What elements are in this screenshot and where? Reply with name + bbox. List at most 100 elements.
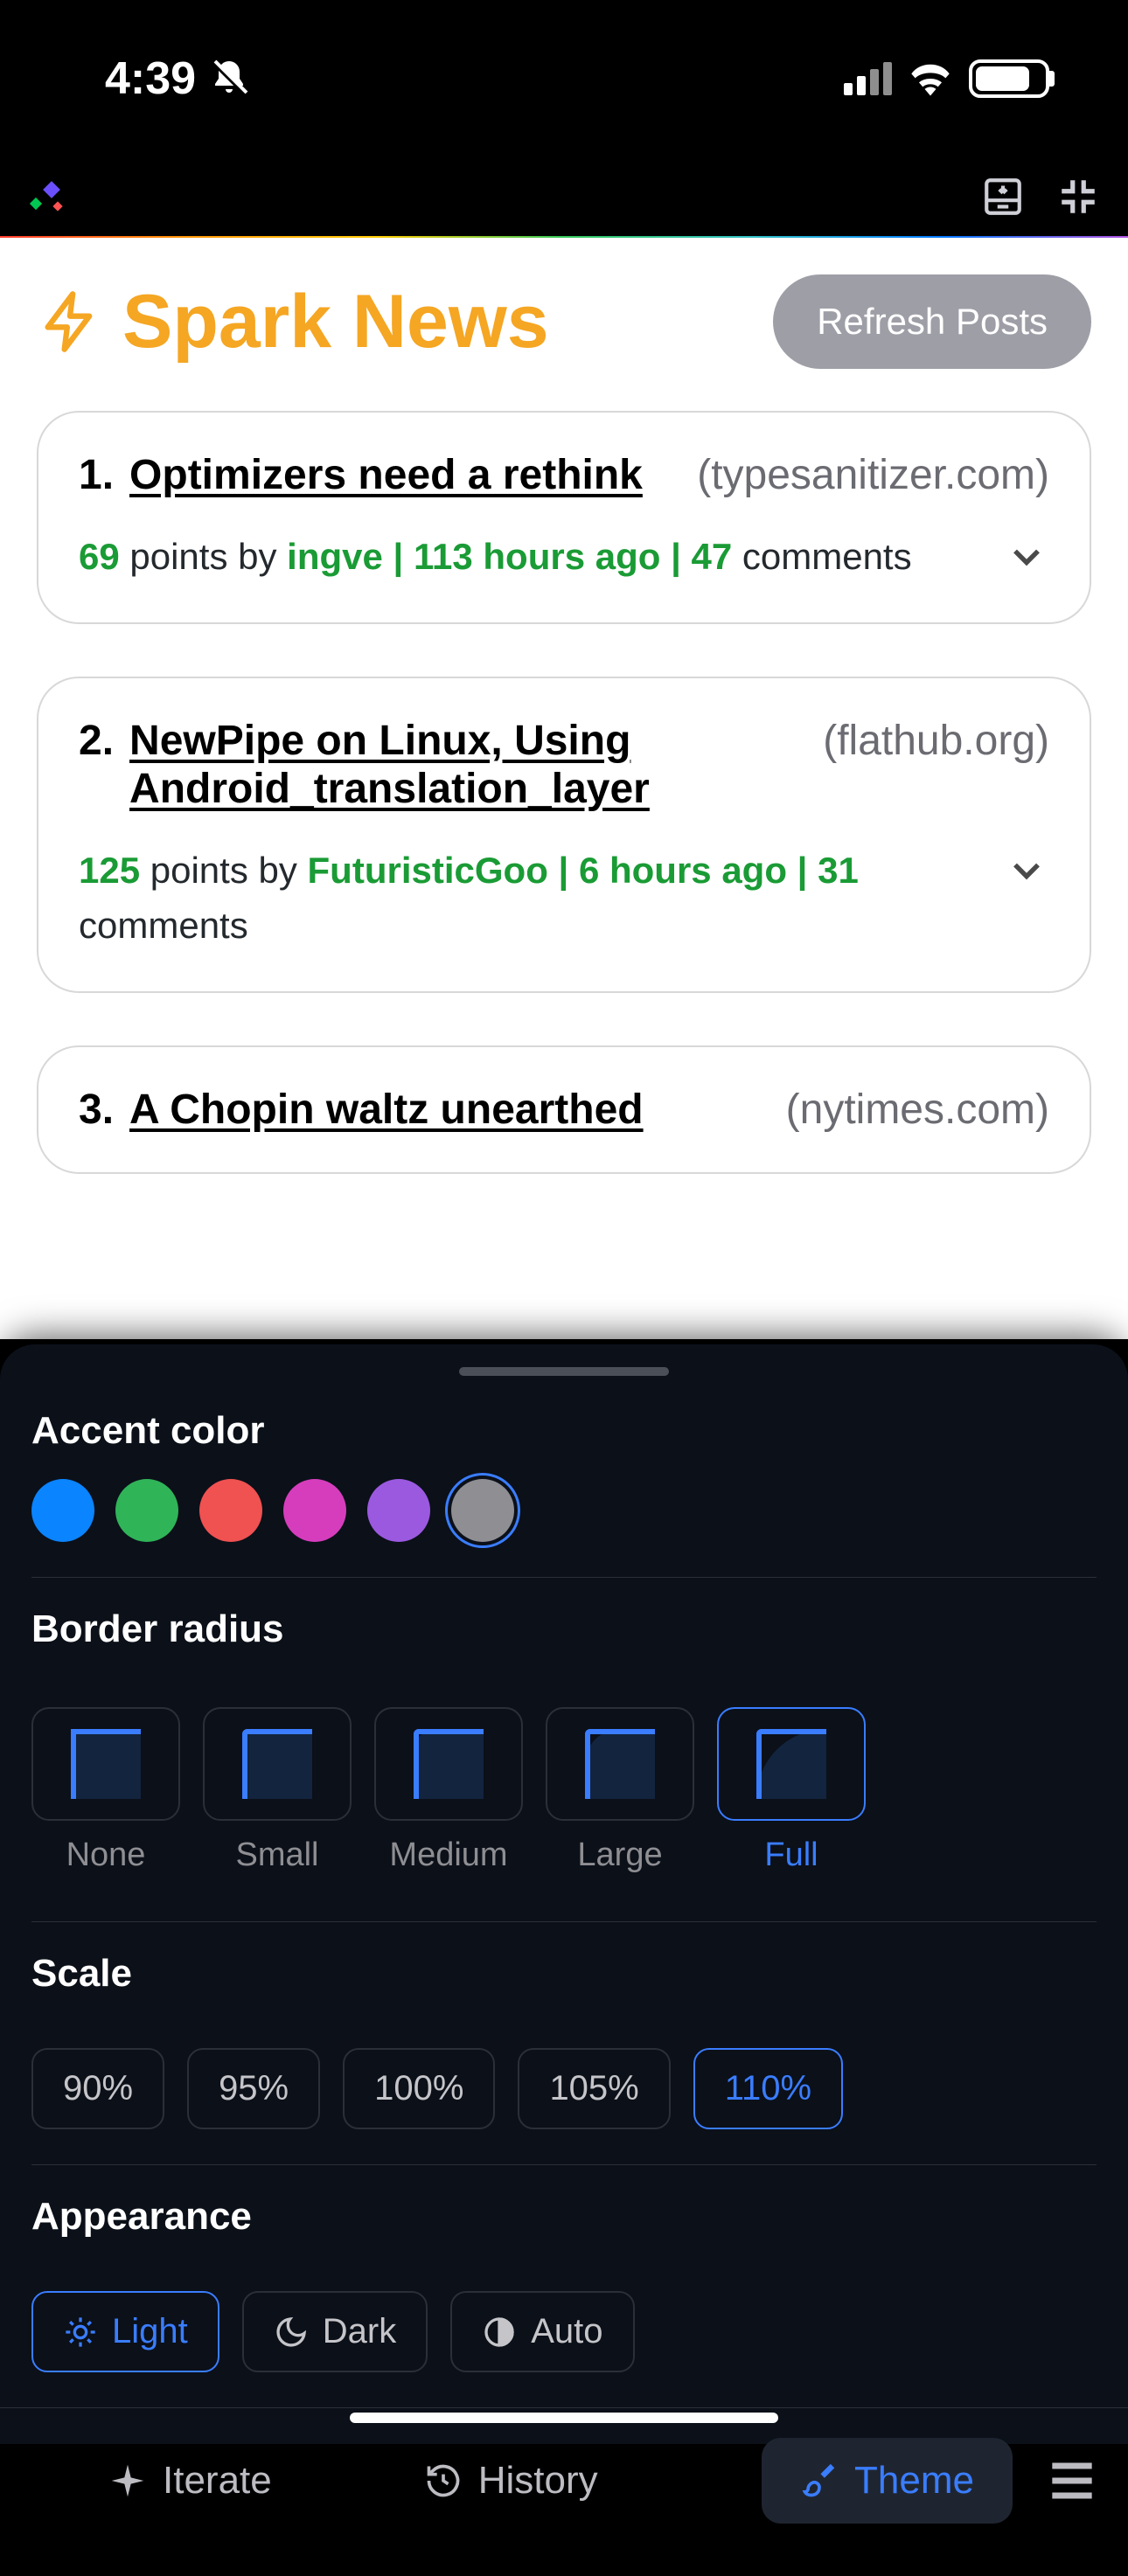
status-bar: 4:39 [0, 0, 1128, 157]
post-card: 1. Optimizers need a rethink (typesaniti… [37, 411, 1091, 624]
post-comment-count: 47 [692, 536, 733, 577]
comments-label[interactable]: comments [79, 905, 248, 946]
post-age: 113 hours ago [414, 536, 660, 577]
post-points: 125 [79, 850, 140, 891]
appearance-option-dark[interactable]: Dark [242, 2291, 428, 2372]
tab-iterate[interactable]: Iterate [70, 2438, 310, 2524]
divider [31, 2164, 1097, 2165]
cellular-icon [844, 62, 892, 95]
scale-option-110[interactable]: 110% [693, 2048, 843, 2129]
tab-iterate-label: Iterate [163, 2459, 272, 2503]
status-right [844, 59, 1049, 98]
accent-swatch-purple[interactable] [367, 1479, 430, 1542]
sun-icon [63, 2315, 98, 2350]
chevron-down-icon[interactable] [1004, 848, 1049, 893]
radius-option-none[interactable]: None [31, 1707, 180, 1874]
post-index: 2. [79, 717, 114, 765]
accent-swatch-red[interactable] [199, 1479, 262, 1542]
sparkle-solid-icon [108, 2461, 147, 2500]
tab-theme[interactable]: Theme [762, 2438, 1013, 2524]
radius-name: None [66, 1837, 146, 1874]
bolt-icon [37, 288, 103, 355]
scale-options: 90% 95% 100% 105% 110% [0, 2022, 1128, 2164]
meta-separator: | [548, 850, 579, 891]
menu-icon [1042, 2451, 1102, 2510]
battery-icon [969, 59, 1049, 98]
border-radius-options: None Small Medium Large Full [0, 1677, 1128, 1892]
meta-separator: | [787, 850, 818, 891]
appearance-light-label: Light [112, 2312, 188, 2351]
radius-option-full[interactable]: Full [717, 1707, 866, 1874]
tab-history-label: History [478, 2459, 598, 2503]
meta-separator: | [383, 536, 414, 577]
scale-option-100[interactable]: 100% [343, 2048, 495, 2129]
sheet-grabber[interactable] [459, 1367, 669, 1376]
post-title-link[interactable]: NewPipe on Linux, Using Android_translat… [129, 717, 790, 813]
ai-sparkle-icon[interactable] [28, 178, 65, 215]
post-title-link[interactable]: A Chopin waltz unearthed [129, 1086, 644, 1134]
scale-label: Scale [0, 1952, 1128, 1996]
scale-option-90[interactable]: 90% [31, 2048, 164, 2129]
exit-fullscreen-icon[interactable] [1056, 175, 1100, 219]
moon-icon [274, 2315, 309, 2350]
tab-theme-label: Theme [854, 2459, 974, 2503]
radius-name: Full [764, 1837, 818, 1874]
post-index: 1. [79, 451, 114, 499]
radius-name: Small [235, 1837, 318, 1874]
post-title-link[interactable]: Optimizers need a rethink [129, 451, 643, 499]
post-by-label: points by [120, 536, 287, 577]
radius-option-large[interactable]: Large [546, 1707, 694, 1874]
post-card: 3. A Chopin waltz unearthed (nytimes.com… [37, 1045, 1091, 1174]
accent-color-label: Accent color [0, 1409, 1128, 1453]
post-domain: (typesanitizer.com) [697, 451, 1049, 499]
archive-icon[interactable] [981, 175, 1025, 219]
scale-option-105[interactable]: 105% [518, 2048, 670, 2129]
sheet-footer: Iterate History Theme [0, 2407, 1128, 2576]
tab-history[interactable]: History [386, 2438, 637, 2524]
post-author-link[interactable]: FuturisticGoo [308, 850, 548, 891]
post-domain: (flathub.org) [823, 717, 1049, 765]
brush-icon [800, 2461, 839, 2500]
accent-swatch-gray[interactable] [451, 1479, 514, 1542]
status-time: 4:39 [105, 52, 250, 105]
page-header: Spark News Refresh Posts [37, 274, 1091, 369]
content-area: Spark News Refresh Posts 1. Optimizers n… [0, 238, 1128, 1339]
appearance-options: Light Dark Auto [0, 2265, 1128, 2407]
brand: Spark News [37, 279, 549, 365]
appearance-auto-label: Auto [531, 2312, 602, 2351]
accent-swatch-green[interactable] [115, 1479, 178, 1542]
refresh-posts-button[interactable]: Refresh Posts [773, 274, 1091, 369]
post-meta: 69 points by ingve | 113 hours ago | 47 … [79, 529, 912, 584]
wifi-icon [908, 61, 953, 96]
app-top-bar [0, 157, 1128, 236]
home-indicator[interactable] [350, 2413, 778, 2423]
appearance-label: Appearance [0, 2195, 1128, 2239]
appearance-option-light[interactable]: Light [31, 2291, 219, 2372]
accent-color-swatches [0, 1479, 1128, 1577]
bell-slash-icon [208, 58, 250, 100]
post-age: 6 hours ago [579, 850, 787, 891]
appearance-option-auto[interactable]: Auto [450, 2291, 634, 2372]
radius-name: Medium [389, 1837, 507, 1874]
post-meta: 125 points by FuturisticGoo | 6 hours ag… [79, 843, 986, 953]
post-author-link[interactable]: ingve [287, 536, 383, 577]
accent-swatch-pink[interactable] [283, 1479, 346, 1542]
radius-option-medium[interactable]: Medium [374, 1707, 523, 1874]
post-index: 3. [79, 1086, 114, 1134]
accent-swatch-blue[interactable] [31, 1479, 94, 1542]
contrast-icon [482, 2315, 517, 2350]
post-card: 2. NewPipe on Linux, Using Android_trans… [37, 677, 1091, 993]
post-comment-count: 31 [818, 850, 859, 891]
chevron-down-icon[interactable] [1004, 534, 1049, 580]
post-points: 69 [79, 536, 120, 577]
divider [31, 1577, 1097, 1578]
appearance-dark-label: Dark [323, 2312, 396, 2351]
border-radius-label: Border radius [0, 1607, 1128, 1651]
radius-option-small[interactable]: Small [203, 1707, 352, 1874]
scale-option-95[interactable]: 95% [187, 2048, 320, 2129]
page-title: Spark News [122, 279, 549, 365]
comments-label[interactable]: comments [732, 536, 911, 577]
menu-button[interactable] [1042, 2451, 1102, 2510]
radius-name: Large [577, 1837, 662, 1874]
status-time-text: 4:39 [105, 52, 196, 105]
